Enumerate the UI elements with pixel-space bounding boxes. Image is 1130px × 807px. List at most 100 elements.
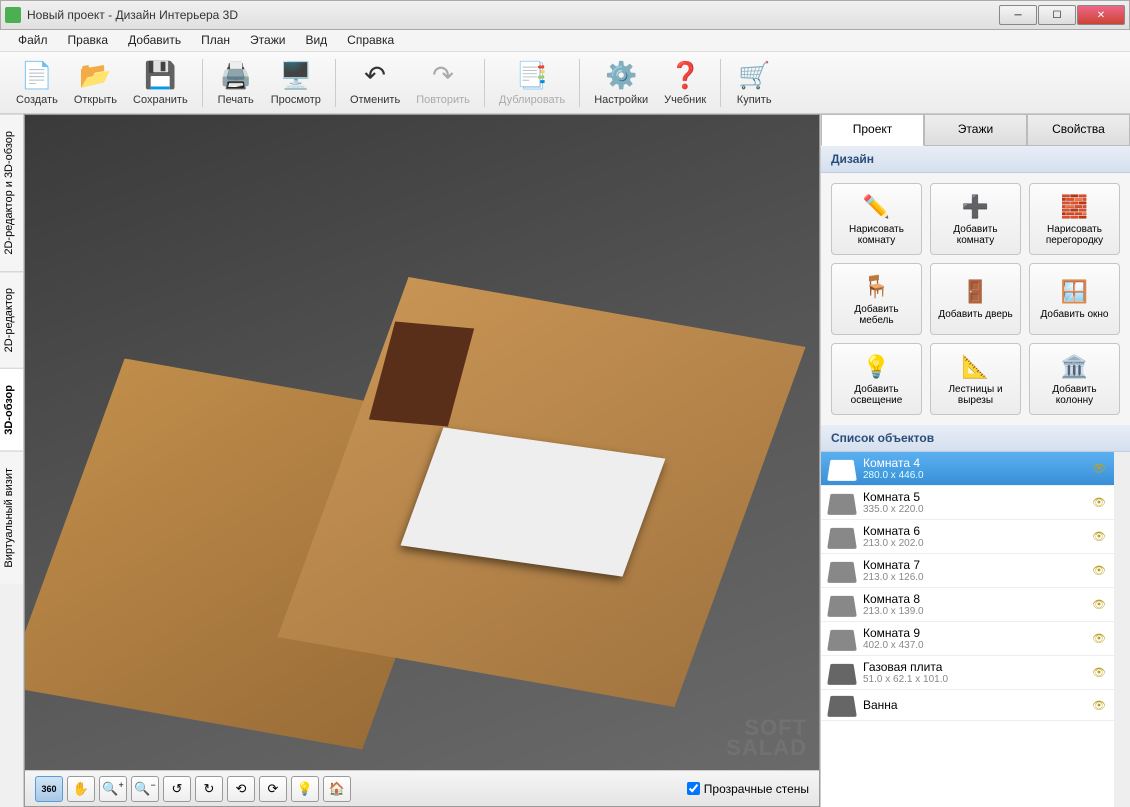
- viewtool-zoom-out[interactable]: 🔍−: [131, 776, 159, 802]
- visibility-eye-icon[interactable]: 👁: [1092, 632, 1106, 645]
- draw-room-label: Нарисовать комнату: [836, 224, 917, 246]
- undo-icon: ↶: [359, 60, 391, 92]
- visibility-eye-icon[interactable]: 👁: [1092, 530, 1106, 543]
- duplicate-label: Дублировать: [499, 94, 565, 106]
- viewtool-orbit-360[interactable]: 360: [35, 776, 63, 802]
- vtab-split-view[interactable]: 2D-редактор и 3D-обзор: [0, 114, 23, 271]
- stairs-label: Лестницы и вырезы: [935, 384, 1016, 406]
- object-item[interactable]: Комната 4280.0 x 446.0👁: [821, 452, 1114, 486]
- menu-5[interactable]: Вид: [295, 30, 337, 51]
- redo-button[interactable]: ↷Повторить: [408, 58, 478, 108]
- rtab-properties[interactable]: Свойства: [1027, 114, 1130, 146]
- add-column-icon: 🏛️: [1061, 353, 1089, 381]
- add-window-icon: 🪟: [1061, 278, 1089, 306]
- buy-icon: 🛒: [738, 60, 770, 92]
- visibility-eye-icon[interactable]: 👁: [1092, 666, 1106, 679]
- close-button[interactable]: ✕: [1077, 5, 1125, 25]
- viewtool-zoom-in[interactable]: 🔍+: [99, 776, 127, 802]
- scrollbar[interactable]: [1114, 452, 1130, 807]
- viewtool-home[interactable]: 🏠: [323, 776, 351, 802]
- object-name: Комната 4: [863, 456, 1084, 470]
- vtab-2d-editor[interactable]: 2D-редактор: [0, 271, 23, 368]
- object-item[interactable]: Газовая плита51.0 x 62.1 x 101.0👁: [821, 656, 1114, 690]
- app-icon: [5, 7, 21, 23]
- redo-label: Повторить: [416, 94, 470, 106]
- buy-button[interactable]: 🛒 Купить: [727, 58, 781, 108]
- buy-label: Купить: [737, 94, 772, 106]
- visibility-eye-icon[interactable]: 👁: [1092, 496, 1106, 509]
- save-button[interactable]: 💾Сохранить: [125, 58, 196, 108]
- object-dimensions: 402.0 x 437.0: [863, 640, 1084, 651]
- object-dimensions: 213.0 x 202.0: [863, 538, 1084, 549]
- viewtool-rotate-cw[interactable]: ↻: [195, 776, 223, 802]
- object-name: Ванна: [863, 698, 1084, 712]
- viewtool-tilt-left[interactable]: ⟲: [227, 776, 255, 802]
- open-button[interactable]: 📂 Открыть: [66, 58, 125, 108]
- vtab-virtual-visit[interactable]: Виртуальный визит: [0, 451, 23, 584]
- room-icon: [827, 561, 857, 582]
- object-dimensions: 213.0 x 139.0: [863, 606, 1084, 617]
- undo-label: Отменить: [350, 94, 400, 106]
- help-button[interactable]: ❓Учебник: [656, 58, 714, 108]
- add-light-icon: 💡: [863, 353, 891, 381]
- watermark: SOFT SALAD: [726, 718, 807, 758]
- new-button[interactable]: 📄Создать: [8, 58, 66, 108]
- design-draw-room[interactable]: ✏️Нарисовать комнату: [831, 183, 922, 255]
- menu-6[interactable]: Справка: [337, 30, 404, 51]
- design-add-room[interactable]: ➕Добавить комнату: [930, 183, 1021, 255]
- room-icon: [827, 527, 857, 548]
- design-stairs[interactable]: 📐Лестницы и вырезы: [930, 343, 1021, 415]
- menu-1[interactable]: Правка: [58, 30, 119, 51]
- undo-button[interactable]: ↶ Отменить: [342, 58, 408, 108]
- menu-3[interactable]: План: [191, 30, 240, 51]
- object-list[interactable]: Комната 4280.0 x 446.0👁Комната 5335.0 x …: [821, 452, 1114, 807]
- maximize-button[interactable]: ☐: [1038, 5, 1076, 25]
- preview-button[interactable]: 🖥️Просмотр: [263, 58, 329, 108]
- transparent-walls-input[interactable]: [687, 782, 700, 795]
- room-icon: [827, 459, 857, 480]
- viewtool-pan[interactable]: ✋: [67, 776, 95, 802]
- settings-button[interactable]: ⚙️Настройки: [586, 58, 656, 108]
- menu-2[interactable]: Добавить: [118, 30, 191, 51]
- design-add-light[interactable]: 💡Добавить освещение: [831, 343, 922, 415]
- viewtool-tilt-right[interactable]: ⟳: [259, 776, 287, 802]
- menu-0[interactable]: Файл: [8, 30, 58, 51]
- object-item[interactable]: Комната 7213.0 x 126.0👁: [821, 554, 1114, 588]
- new-icon: 📄: [21, 60, 53, 92]
- object-name: Комната 9: [863, 626, 1084, 640]
- object-item[interactable]: Ванна 👁: [821, 690, 1114, 721]
- object-item[interactable]: Комната 5335.0 x 220.0👁: [821, 486, 1114, 520]
- menu-4[interactable]: Этажи: [240, 30, 295, 51]
- object-name: Газовая плита: [863, 660, 1084, 674]
- rtab-floors[interactable]: Этажи: [924, 114, 1027, 146]
- object-item[interactable]: Комната 6213.0 x 202.0 👁: [821, 520, 1114, 554]
- add-furniture-icon: 🪑: [863, 273, 891, 301]
- design-draw-partition[interactable]: 🧱Нарисовать перегородку: [1029, 183, 1120, 255]
- settings-icon: ⚙️: [605, 60, 637, 92]
- menubar: ФайлПравкаДобавитьПланЭтажиВидСправка: [0, 30, 1130, 52]
- transparent-walls-checkbox[interactable]: Прозрачные стены: [687, 782, 809, 796]
- visibility-eye-icon[interactable]: 👁: [1092, 699, 1106, 712]
- design-add-column[interactable]: 🏛️Добавить колонну: [1029, 343, 1120, 415]
- open-icon: 📂: [79, 60, 111, 92]
- design-add-furniture[interactable]: 🪑Добавить мебель: [831, 263, 922, 335]
- minimize-button[interactable]: ─: [999, 5, 1037, 25]
- open-label: Открыть: [74, 94, 117, 106]
- object-name: Комната 6: [863, 524, 1084, 538]
- viewtool-rotate-ccw[interactable]: ↺: [163, 776, 191, 802]
- viewport: SOFT SALAD 360✋🔍+🔍−↺↻⟲⟳💡🏠 Прозрачные сте…: [24, 114, 820, 807]
- object-item[interactable]: Комната 9402.0 x 437.0 👁: [821, 622, 1114, 656]
- 3d-scene[interactable]: SOFT SALAD: [25, 115, 819, 770]
- visibility-eye-icon[interactable]: 👁: [1092, 564, 1106, 577]
- toolbar-separator: [335, 59, 336, 107]
- print-button[interactable]: 🖨️Печать: [209, 58, 263, 108]
- design-add-window[interactable]: 🪟Добавить окно: [1029, 263, 1120, 335]
- duplicate-button[interactable]: 📑Дублировать: [491, 58, 573, 108]
- design-add-door[interactable]: 🚪Добавить дверь: [930, 263, 1021, 335]
- rtab-project[interactable]: Проект: [821, 114, 924, 146]
- object-item[interactable]: Комната 8213.0 x 139.0👁: [821, 588, 1114, 622]
- visibility-eye-icon[interactable]: 👁: [1092, 598, 1106, 611]
- viewtool-light[interactable]: 💡: [291, 776, 319, 802]
- visibility-eye-icon[interactable]: 👁: [1092, 462, 1106, 475]
- vtab-3d-view[interactable]: 3D-обзор: [0, 368, 23, 451]
